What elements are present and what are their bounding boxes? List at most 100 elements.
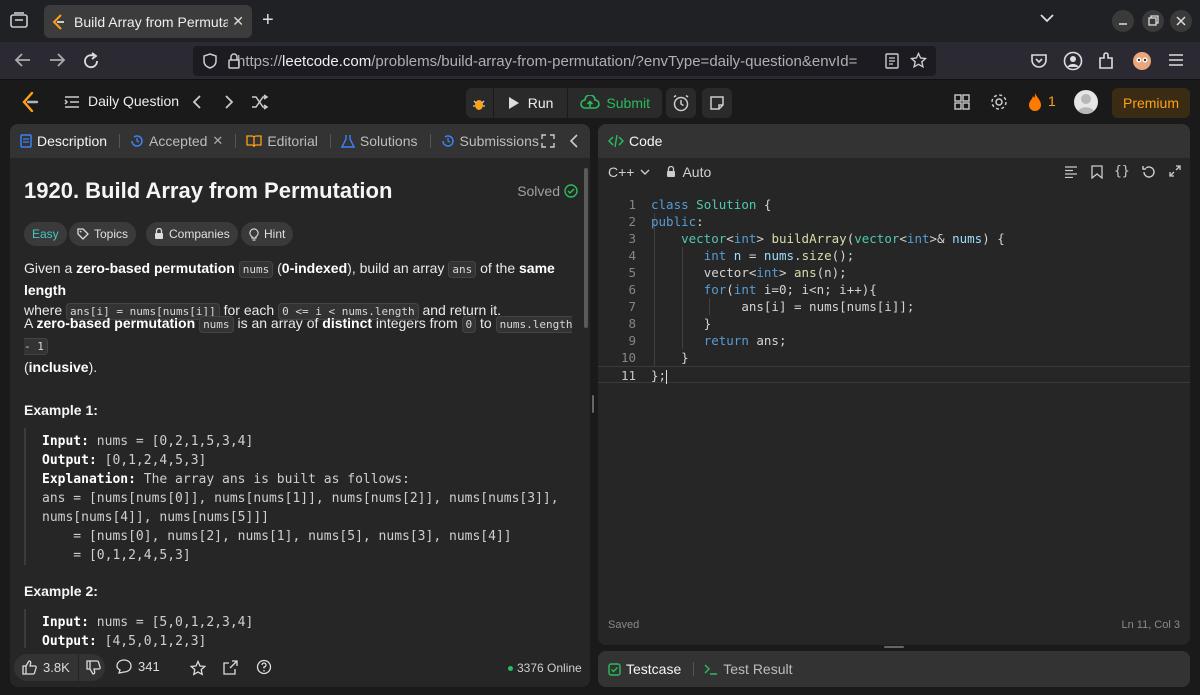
code-editor[interactable]: 1 class Solution { 2 public: 3 vector<int>… <box>598 196 1190 496</box>
format-icon[interactable] <box>1064 166 1078 178</box>
close-window-icon[interactable] <box>1170 10 1192 32</box>
editor-status-bar: Saved Ln 11, Col 3 <box>598 615 1190 637</box>
close-tab-icon[interactable]: ✕ <box>232 13 244 30</box>
new-tab-icon[interactable]: + <box>262 9 274 32</box>
example-1-input: Input: nums = [0,2,1,5,3,4] <box>42 432 580 451</box>
line-number: 3 <box>628 231 636 246</box>
inline-code: 0 <box>461 316 477 333</box>
submit-button[interactable]: Submit <box>568 88 662 118</box>
difficulty-badge: Easy <box>24 222 67 246</box>
notes-button[interactable] <box>702 88 732 118</box>
back-arrow-icon[interactable] <box>14 52 32 68</box>
comments-button[interactable]: 341 <box>116 659 160 674</box>
tab-description[interactable]: Description <box>20 133 107 149</box>
history-icon <box>131 135 143 147</box>
tab-list-icon[interactable] <box>10 12 28 28</box>
test-tabs: Testcase Test Result <box>598 651 1190 687</box>
language-select[interactable]: C++ <box>608 164 650 180</box>
maximize-panel-icon[interactable] <box>541 134 555 148</box>
leetcode-favicon-icon <box>52 13 66 30</box>
account-icon[interactable] <box>1063 51 1083 71</box>
tab-overflow-chevron-icon[interactable] <box>1040 13 1054 23</box>
tab-submissions[interactable]: Submissions <box>441 133 539 149</box>
tab-test-result[interactable]: Test Result <box>704 661 793 677</box>
tab-code[interactable]: Code <box>608 133 662 149</box>
url-text: https://leetcode.com/problems/build-arra… <box>237 53 867 70</box>
solved-label: Solved <box>517 183 560 199</box>
code-line: 6 for(int i=0; i<n; i++){ <box>598 281 1190 298</box>
reset-code-icon[interactable] <box>1142 165 1156 179</box>
companies-chip[interactable]: Companies <box>146 222 238 246</box>
extensions-icon[interactable] <box>1097 51 1115 71</box>
desc-text: ), build an array <box>347 260 449 276</box>
line-number: 11 <box>620 368 636 383</box>
bookmark-icon[interactable] <box>1091 165 1103 179</box>
tab-accepted[interactable]: Accepted ✕ <box>130 133 223 149</box>
tab-solutions[interactable]: Solutions <box>340 133 418 149</box>
example-2-output: Output: [4,5,0,1,2,3] <box>42 632 580 648</box>
run-button[interactable]: Run <box>494 88 569 118</box>
collapse-panel-icon[interactable] <box>569 134 579 148</box>
reader-view-icon[interactable] <box>885 53 899 69</box>
browser-tab-bar: Build Array from Permutation ✕ + <box>0 0 1200 42</box>
topics-chip[interactable]: Topics <box>69 222 137 246</box>
fullscreen-icon[interactable] <box>1169 165 1181 177</box>
forward-arrow-icon[interactable] <box>48 52 66 68</box>
editor-resize-handle[interactable] <box>884 646 904 648</box>
desc-text: to <box>476 315 496 331</box>
code-line: 9 return ans; <box>598 332 1190 349</box>
restore-window-icon[interactable] <box>1142 10 1164 32</box>
minimize-window-icon[interactable] <box>1112 10 1134 32</box>
code-line: 2 public: <box>598 213 1190 230</box>
browser-tab[interactable]: Build Array from Permutation ✕ <box>44 5 252 38</box>
pocket-icon[interactable] <box>1030 52 1048 70</box>
help-icon[interactable] <box>256 659 272 675</box>
code-panel: Code C++ Auto {} 1 class Solution { 2 publ <box>598 124 1190 645</box>
tab-editorial-label: Editorial <box>267 133 318 149</box>
tab-test-result-label: Test Result <box>723 661 793 677</box>
tab-divider <box>693 662 695 676</box>
problem-list-icon[interactable] <box>64 96 80 108</box>
like-button[interactable]: 3.8K <box>14 654 79 681</box>
tab-testcase[interactable]: Testcase <box>608 661 681 677</box>
panel-resize-handle[interactable] <box>592 395 594 413</box>
share-icon[interactable] <box>223 660 238 675</box>
description-scrollbar[interactable] <box>584 168 588 328</box>
layout-grid-icon[interactable] <box>954 94 970 110</box>
auto-mode[interactable]: Auto <box>666 164 711 180</box>
shuffle-icon[interactable] <box>251 94 269 110</box>
dislike-button[interactable] <box>79 660 101 675</box>
alarm-clock-icon <box>673 94 689 112</box>
user-avatar[interactable] <box>1074 90 1098 114</box>
cursor-position: Ln 11, Col 3 <box>1121 619 1180 631</box>
daily-question-link[interactable]: Daily Question <box>88 93 179 109</box>
example-2-heading: Example 2: <box>24 583 98 599</box>
debug-icon[interactable] <box>466 88 494 118</box>
shield-icon[interactable] <box>203 53 217 69</box>
extension-avatar-icon[interactable] <box>1132 51 1152 71</box>
likes-count: 3.8K <box>43 660 70 675</box>
close-tab-accepted-icon[interactable]: ✕ <box>212 133 223 149</box>
line-number: 6 <box>628 282 636 297</box>
hint-chip[interactable]: Hint <box>241 222 294 246</box>
description-panel: Description Accepted ✕ Editorial Solutio… <box>10 124 590 687</box>
tab-editorial[interactable]: Editorial <box>246 133 318 149</box>
premium-button[interactable]: Premium <box>1112 88 1190 118</box>
lock-icon[interactable] <box>228 53 240 69</box>
bookmark-star-icon[interactable] <box>910 52 927 69</box>
hamburger-menu-icon[interactable] <box>1168 53 1184 67</box>
leetcode-logo-icon[interactable] <box>20 91 40 113</box>
streak-fire-icon[interactable] <box>1027 92 1043 112</box>
timer-button[interactable] <box>666 88 696 118</box>
next-problem-icon[interactable] <box>224 95 234 109</box>
reload-icon[interactable] <box>82 52 100 70</box>
play-icon <box>508 97 519 109</box>
url-bar[interactable]: https://leetcode.com/problems/build-arra… <box>193 46 936 76</box>
favorite-star-icon[interactable] <box>190 660 206 676</box>
braces-icon[interactable]: {} <box>1114 164 1130 179</box>
tab-testcase-label: Testcase <box>626 661 682 677</box>
companies-label: Companies <box>169 227 230 241</box>
code-brackets-icon <box>608 134 624 148</box>
prev-problem-icon[interactable] <box>192 95 202 109</box>
settings-gear-icon[interactable] <box>990 93 1008 111</box>
